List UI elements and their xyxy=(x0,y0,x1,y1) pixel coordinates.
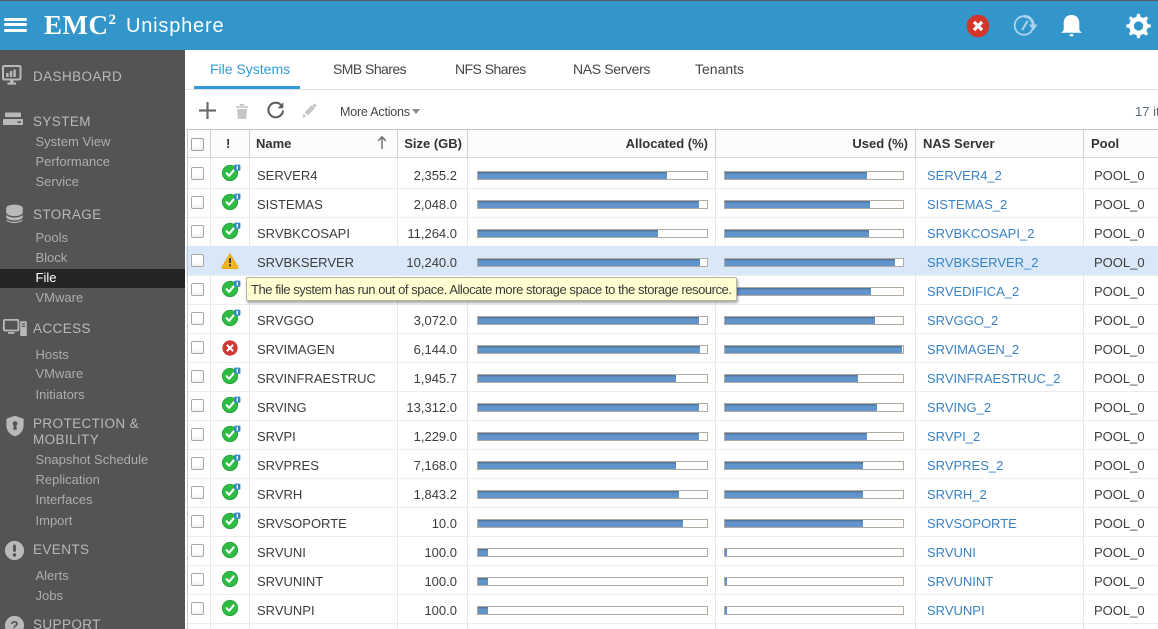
svg-text:?: ? xyxy=(10,618,18,629)
